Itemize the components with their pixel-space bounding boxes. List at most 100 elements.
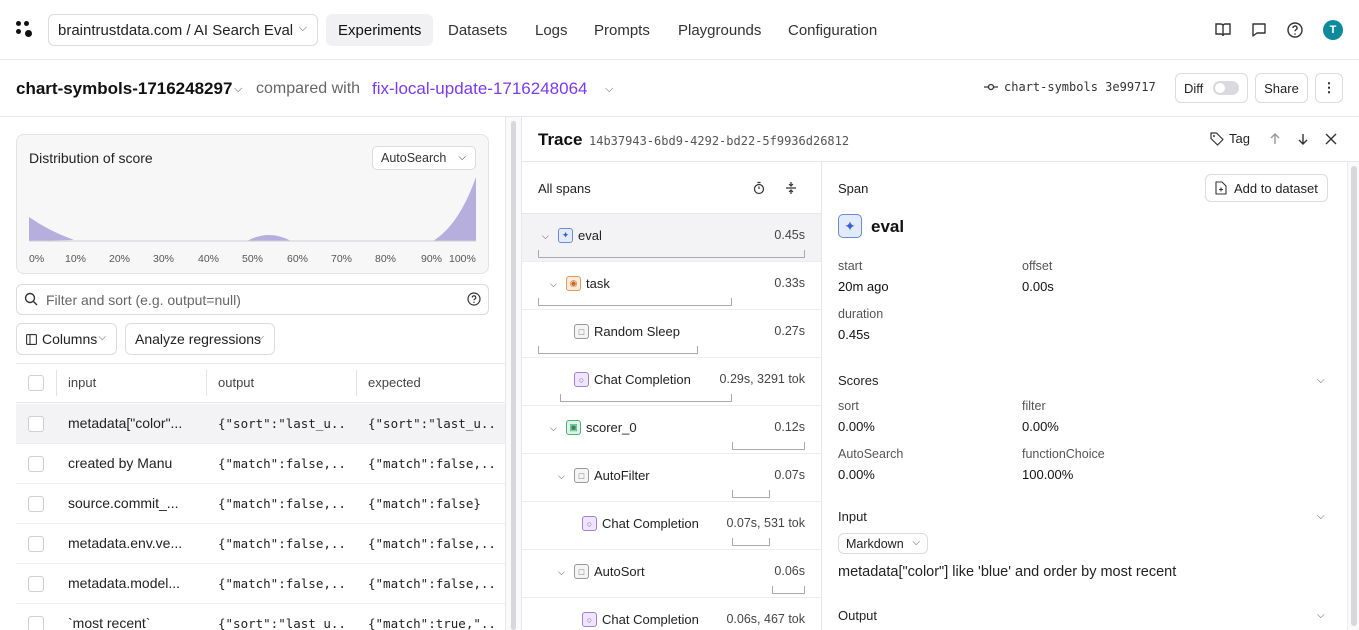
chevron-down-icon[interactable]: ⌵ — [550, 279, 557, 290]
chevron-down-icon[interactable]: ⌵ — [1317, 610, 1325, 621]
close-icon[interactable] — [1324, 132, 1338, 146]
score-label: filter — [1022, 399, 1046, 413]
share-button[interactable]: Share — [1255, 73, 1308, 103]
input-section-title[interactable]: Input — [838, 509, 867, 524]
more-options-button[interactable]: ⋮ — [1315, 73, 1343, 103]
row-checkbox[interactable] — [28, 616, 44, 630]
column-header-output[interactable]: output — [218, 375, 254, 390]
analyze-regressions-button[interactable]: Analyze regressions ⌵ — [125, 323, 275, 355]
top-navigation: braintrustdata.com / AI Search Eval ⌵ Ex… — [0, 0, 1359, 60]
cell-expected: {"match":false,... — [368, 536, 496, 551]
row-checkbox[interactable] — [28, 536, 44, 552]
comparison-experiment[interactable]: fix-local-update-1716248064 — [372, 79, 588, 99]
span-row-autosort[interactable]: ⌵ □ AutoSort 0.06s — [522, 550, 821, 598]
span-duration: 0.27s — [774, 324, 805, 338]
span-row-chat-completion[interactable]: ○ Chat Completion 0.29s, 3291 tok — [522, 358, 821, 406]
diff-switch[interactable] — [1213, 81, 1240, 95]
chevron-down-icon[interactable]: ⌵ — [1317, 375, 1325, 386]
chevron-down-icon: ⌵ — [298, 22, 307, 34]
span-name: Chat Completion — [602, 516, 699, 531]
timer-icon[interactable] — [752, 181, 766, 195]
scrollbar-thumb[interactable] — [1351, 166, 1357, 626]
column-divider[interactable] — [356, 370, 357, 396]
arrow-down-icon[interactable] — [1296, 132, 1310, 146]
tag-button[interactable]: Tag — [1210, 131, 1250, 146]
score-value: 100.00% — [1022, 467, 1074, 482]
diff-toggle[interactable]: Diff — [1175, 73, 1248, 103]
score-label: sort — [838, 399, 859, 413]
row-checkbox[interactable] — [28, 416, 44, 432]
search-icon — [24, 292, 38, 306]
arrow-up-icon[interactable] — [1268, 132, 1282, 146]
column-header-expected[interactable]: expected — [368, 375, 421, 390]
chevron-down-icon[interactable]: ⌵ — [558, 471, 565, 482]
project-selector[interactable]: braintrustdata.com / AI Search Eval ⌵ — [48, 14, 318, 46]
row-checkbox[interactable] — [28, 576, 44, 592]
chevron-down-icon[interactable]: ⌵ — [605, 83, 613, 96]
column-divider[interactable] — [206, 370, 207, 396]
format-select[interactable]: Markdown ⌵ — [838, 533, 928, 554]
chevron-down-icon[interactable]: ⌵ — [1317, 511, 1325, 522]
tick-label: 20% — [109, 253, 131, 265]
panel-resize-handle[interactable] — [505, 117, 522, 630]
filter-input[interactable]: Filter and sort (e.g. output=null) — [16, 284, 489, 315]
nav-playgrounds[interactable]: Playgrounds — [666, 14, 773, 46]
project-selector-label: braintrustdata.com / AI Search Eval — [58, 21, 294, 39]
function-icon: □ — [574, 468, 589, 483]
tick-label: 50% — [242, 253, 264, 265]
chevron-down-icon[interactable]: ⌵ — [542, 231, 549, 242]
span-row-task[interactable]: ⌵ ◉ task 0.33s — [522, 262, 821, 310]
span-row-eval[interactable]: ⌵ ✦ eval 0.45s — [522, 214, 821, 262]
select-all-checkbox[interactable] — [28, 375, 44, 391]
span-row-chat-completion[interactable]: ○ Chat Completion 0.06s, 467 tok — [522, 598, 821, 630]
cell-expected: {"match":false,... — [368, 576, 496, 591]
scores-section-title[interactable]: Scores — [838, 373, 878, 388]
span-row-scorer[interactable]: ⌵ ▣ scorer_0 0.12s — [522, 406, 821, 454]
chevron-down-icon[interactable]: ⌵ — [234, 83, 242, 96]
help-icon[interactable] — [1285, 20, 1305, 40]
span-timeline-bar — [732, 538, 770, 546]
feedback-chat-icon[interactable] — [1249, 20, 1269, 40]
output-section-title[interactable]: Output — [838, 608, 877, 623]
git-branch-info: chart-symbols 3e99717 — [984, 80, 1156, 94]
chevron-down-icon[interactable]: ⌵ — [558, 567, 565, 578]
cell-input: metadata.env.ve... — [68, 535, 183, 551]
span-row-random-sleep[interactable]: □ Random Sleep 0.27s — [522, 310, 821, 358]
score-label: AutoSearch — [838, 447, 904, 461]
git-commit-icon — [984, 83, 998, 91]
distribution-area-high — [433, 177, 476, 241]
chat-llm-icon: ○ — [582, 612, 597, 627]
span-timeline-bar — [538, 298, 732, 306]
nav-datasets[interactable]: Datasets — [436, 14, 519, 46]
span-name: Chat Completion — [594, 372, 691, 387]
column-divider — [56, 370, 57, 396]
input-text: metadata["color"] like 'blue' and order … — [838, 564, 1177, 580]
span-row-autofilter[interactable]: ⌵ □ AutoFilter 0.07s — [522, 454, 821, 502]
detail-scrollbar[interactable] — [1347, 162, 1359, 630]
docs-book-icon[interactable] — [1213, 20, 1233, 40]
experiment-name[interactable]: chart-symbols-1716248297 — [16, 79, 232, 99]
nav-configuration[interactable]: Configuration — [776, 14, 889, 46]
tick-label: 30% — [153, 253, 175, 265]
row-checkbox[interactable] — [28, 456, 44, 472]
span-timeline-bar — [538, 250, 805, 258]
score-select[interactable]: AutoSearch ⌵ — [372, 146, 476, 170]
offset-value: 0.00s — [1022, 279, 1054, 294]
chevron-down-icon[interactable]: ⌵ — [550, 423, 557, 434]
help-icon[interactable] — [467, 292, 481, 306]
distribution-area-low — [29, 217, 74, 241]
nav-experiments[interactable]: Experiments — [326, 14, 434, 46]
row-checkbox[interactable] — [28, 496, 44, 512]
collapse-icon[interactable] — [784, 181, 798, 195]
user-avatar[interactable]: T — [1323, 20, 1343, 40]
eval-bolt-icon: ✦ — [558, 228, 573, 243]
column-header-input[interactable]: input — [68, 375, 96, 390]
nav-logs[interactable]: Logs — [523, 14, 580, 46]
span-name: eval — [578, 228, 602, 243]
span-name: Random Sleep — [594, 324, 680, 339]
chat-llm-icon: ○ — [574, 372, 589, 387]
braintrust-logo-icon[interactable] — [16, 21, 34, 39]
span-row-chat-completion[interactable]: ○ Chat Completion 0.07s, 531 tok — [522, 502, 821, 550]
nav-prompts[interactable]: Prompts — [582, 14, 662, 46]
scrollbar-thumb[interactable] — [511, 121, 516, 630]
